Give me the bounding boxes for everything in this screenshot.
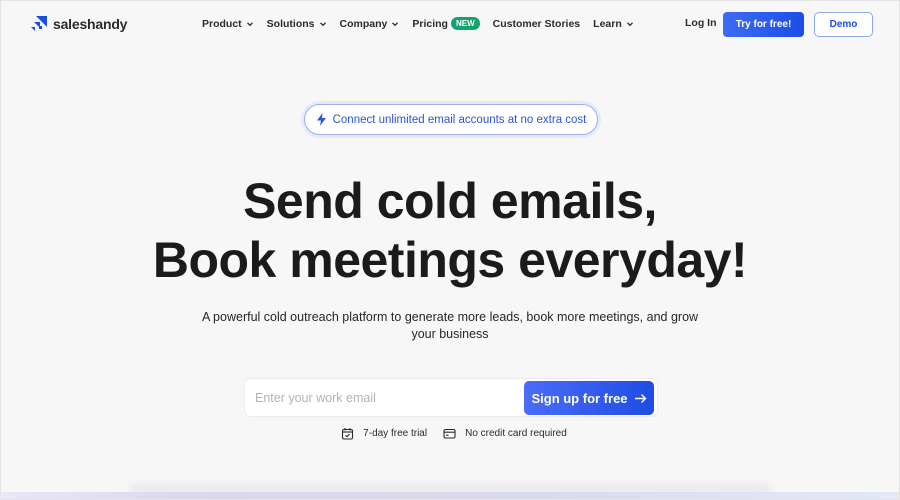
chevron-down-icon	[392, 21, 399, 26]
headline-line-1: Send cold emails,	[243, 173, 657, 229]
nav-item-solutions[interactable]: Solutions	[267, 18, 327, 30]
login-link[interactable]: Log In	[685, 17, 717, 29]
chevron-down-icon	[246, 21, 253, 26]
main-nav: Product Solutions Company Pricing NEW Cu…	[202, 17, 647, 30]
new-badge: NEW	[450, 17, 480, 30]
sign-up-label: Sign up for free	[531, 390, 628, 406]
site-header: saleshandy Product Solutions Company Pri…	[0, 0, 900, 50]
nav-item-label: Product	[202, 17, 242, 30]
saleshandy-logo-icon	[31, 16, 47, 31]
nav-item-label: Company	[339, 17, 388, 30]
signup-perks: 7-day free trial No credit card required	[0, 427, 900, 440]
product-preview-edge	[0, 492, 900, 500]
nav-item-customer-stories[interactable]: Customer Stories	[493, 18, 581, 30]
calendar-check-icon	[342, 428, 354, 440]
nav-item-company[interactable]: Company	[340, 18, 400, 30]
preview-shadow	[130, 480, 770, 492]
nav-item-label: Solutions	[266, 17, 315, 30]
signup-form: Sign up for free	[244, 378, 658, 417]
announcement-text: Connect unlimited email accounts at no e…	[332, 113, 587, 126]
nav-item-label: Customer Stories	[492, 17, 581, 30]
sign-up-button[interactable]: Sign up for free	[524, 381, 654, 415]
nav-item-product[interactable]: Product	[202, 18, 254, 30]
perk-no-credit-card: No credit card required	[443, 427, 567, 440]
try-for-free-button[interactable]: Try for free!	[723, 12, 804, 37]
demo-button[interactable]: Demo	[814, 12, 873, 37]
perk-free-trial: 7-day free trial	[341, 427, 427, 440]
hero-headline: Send cold emails, Book meetings everyday…	[0, 172, 900, 290]
perk-label: No credit card required	[465, 428, 567, 439]
arrow-right-icon	[634, 393, 647, 403]
announcement-pill[interactable]: Connect unlimited email accounts at no e…	[304, 104, 598, 135]
credit-card-icon	[443, 428, 456, 439]
nav-item-pricing[interactable]: Pricing NEW	[412, 17, 480, 30]
logo-text: saleshandy	[53, 16, 128, 32]
nav-item-label: Pricing	[412, 17, 448, 30]
chevron-down-icon	[319, 21, 326, 26]
chevron-down-icon	[626, 21, 633, 26]
logo[interactable]: saleshandy	[31, 16, 127, 32]
nav-item-learn[interactable]: Learn	[593, 18, 634, 30]
headline-line-2: Book meetings everyday!	[152, 232, 748, 288]
nav-item-label: Learn	[593, 17, 622, 30]
work-email-input[interactable]	[245, 379, 523, 416]
lightning-bolt-icon	[316, 113, 326, 126]
perk-label: 7-day free trial	[363, 428, 428, 439]
hero-subtitle: A powerful cold outreach platform to gen…	[201, 310, 699, 341]
